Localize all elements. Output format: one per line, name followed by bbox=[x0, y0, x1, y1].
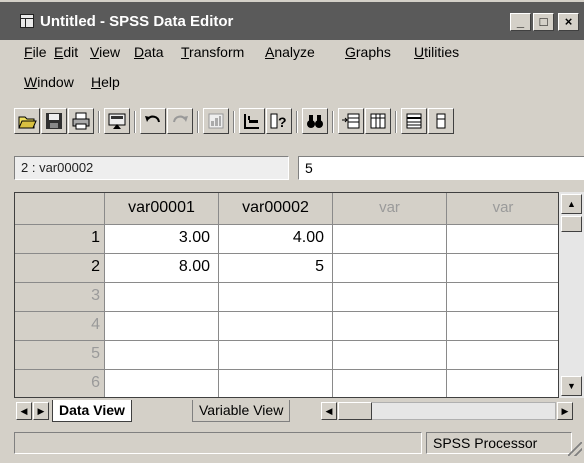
menu-window[interactable]: Window bbox=[24, 74, 74, 90]
data-cell[interactable] bbox=[219, 341, 333, 370]
toolbar-separator bbox=[395, 111, 397, 133]
vertical-scroll-thumb[interactable] bbox=[561, 216, 582, 232]
weight-cases-icon[interactable] bbox=[428, 108, 454, 134]
row-header[interactable]: 1 bbox=[15, 225, 105, 254]
insert-case-icon[interactable] bbox=[338, 108, 364, 134]
print-icon[interactable] bbox=[68, 108, 94, 134]
window-title: Untitled - SPSS Data Editor bbox=[40, 13, 234, 30]
menu-analyze[interactable]: Analyze bbox=[265, 44, 315, 60]
data-cell[interactable] bbox=[333, 312, 447, 341]
app-icon bbox=[20, 14, 34, 28]
close-button[interactable]: × bbox=[558, 13, 579, 31]
title-bar[interactable]: Untitled - SPSS Data Editor _ □ × bbox=[0, 2, 584, 40]
tab-data-view[interactable]: Data View bbox=[52, 400, 132, 422]
data-cell[interactable] bbox=[105, 341, 219, 370]
data-cell[interactable] bbox=[333, 283, 447, 312]
column-header[interactable]: var bbox=[447, 193, 558, 225]
data-cell[interactable]: 8.00 bbox=[105, 254, 219, 283]
variables-info-icon[interactable]: ? bbox=[266, 108, 292, 134]
cell-address-box: 2 : var00002 bbox=[14, 156, 289, 180]
row-header[interactable]: 5 bbox=[15, 341, 105, 370]
menu-graphs[interactable]: Graphs bbox=[345, 44, 391, 60]
data-cell[interactable] bbox=[333, 254, 447, 283]
row-header[interactable]: 3 bbox=[15, 283, 105, 312]
data-cell[interactable] bbox=[447, 225, 558, 254]
toolbar: ? bbox=[14, 108, 584, 144]
status-bar: SPSS Processor bbox=[14, 428, 584, 458]
grid-corner-header[interactable] bbox=[15, 193, 105, 225]
tab-variable-view[interactable]: Variable View bbox=[192, 400, 291, 422]
column-header[interactable]: var bbox=[333, 193, 447, 225]
data-cell[interactable] bbox=[447, 370, 558, 397]
column-header[interactable]: var00002 bbox=[219, 193, 333, 225]
data-cell[interactable] bbox=[447, 254, 558, 283]
data-cell[interactable]: 4.00 bbox=[219, 225, 333, 254]
tab-scroll-left-button[interactable]: ◀ bbox=[16, 402, 32, 420]
menu-help[interactable]: Help bbox=[91, 74, 120, 90]
data-cell[interactable]: 3.00 bbox=[105, 225, 219, 254]
save-disk-icon[interactable] bbox=[41, 108, 67, 134]
menu-view[interactable]: View bbox=[90, 44, 120, 60]
data-cell[interactable] bbox=[105, 370, 219, 397]
svg-text:?: ? bbox=[278, 114, 287, 130]
data-cell[interactable] bbox=[333, 225, 447, 254]
menu-transform[interactable]: Transform bbox=[181, 44, 244, 60]
vertical-scrollbar[interactable]: ▲ ▼ bbox=[559, 192, 584, 398]
menu-data[interactable]: Data bbox=[134, 44, 164, 60]
menu-edit[interactable]: Edit bbox=[54, 44, 78, 60]
data-cell[interactable] bbox=[447, 312, 558, 341]
toolbar-separator bbox=[233, 111, 235, 133]
toolbar-separator bbox=[134, 111, 136, 133]
goto-chart-icon[interactable] bbox=[203, 108, 229, 134]
menu-file[interactable]: File bbox=[24, 44, 47, 60]
status-message-pane bbox=[14, 432, 422, 454]
horizontal-scroll-thumb[interactable] bbox=[338, 402, 372, 420]
data-cell[interactable] bbox=[219, 370, 333, 397]
toolbar-separator bbox=[296, 111, 298, 133]
undo-icon[interactable] bbox=[140, 108, 166, 134]
tab-scroll-right-button[interactable]: ▶ bbox=[33, 402, 49, 420]
scroll-down-button[interactable]: ▼ bbox=[561, 376, 582, 396]
hscroll-left-button[interactable]: ◀ bbox=[321, 402, 337, 420]
data-cell[interactable] bbox=[447, 341, 558, 370]
row-header[interactable]: 2 bbox=[15, 254, 105, 283]
cell-value-editor[interactable]: 5 bbox=[298, 156, 584, 180]
spss-data-editor-window: Untitled - SPSS Data Editor _ □ × File E… bbox=[0, 0, 584, 463]
data-cell[interactable] bbox=[333, 370, 447, 397]
toolbar-separator bbox=[197, 111, 199, 133]
row-header[interactable]: 6 bbox=[15, 370, 105, 397]
insert-variable-icon[interactable] bbox=[365, 108, 391, 134]
data-cell[interactable] bbox=[105, 312, 219, 341]
goto-case-icon[interactable] bbox=[239, 108, 265, 134]
data-cell[interactable] bbox=[105, 283, 219, 312]
find-binoculars-icon[interactable] bbox=[302, 108, 328, 134]
row-header[interactable]: 4 bbox=[15, 312, 105, 341]
maximize-button[interactable]: □ bbox=[533, 13, 554, 31]
menu-utilities[interactable]: Utilities bbox=[414, 44, 459, 60]
minimize-button[interactable]: _ bbox=[510, 13, 531, 31]
data-cell[interactable] bbox=[219, 283, 333, 312]
hscroll-right-button[interactable]: ▶ bbox=[557, 402, 573, 420]
active-data-cell[interactable]: 5 bbox=[219, 254, 333, 283]
data-cell[interactable] bbox=[447, 283, 558, 312]
data-grid: var00001 var00002 var var 1 3.00 4.00 2 … bbox=[14, 192, 559, 398]
sheet-tab-strip: ◀ ▶ Data View Variable View ◀ ▶ bbox=[14, 400, 584, 424]
status-processor: SPSS Processor bbox=[426, 432, 572, 454]
recall-dialog-icon[interactable] bbox=[104, 108, 130, 134]
open-folder-icon[interactable] bbox=[14, 108, 40, 134]
scroll-up-button[interactable]: ▲ bbox=[561, 194, 582, 214]
toolbar-separator bbox=[98, 111, 100, 133]
resize-grip-icon[interactable] bbox=[568, 442, 582, 456]
split-file-icon[interactable] bbox=[401, 108, 427, 134]
toolbar-separator bbox=[332, 111, 334, 133]
column-header[interactable]: var00001 bbox=[105, 193, 219, 225]
data-cell[interactable] bbox=[219, 312, 333, 341]
data-cell[interactable] bbox=[333, 341, 447, 370]
redo-icon[interactable] bbox=[167, 108, 193, 134]
